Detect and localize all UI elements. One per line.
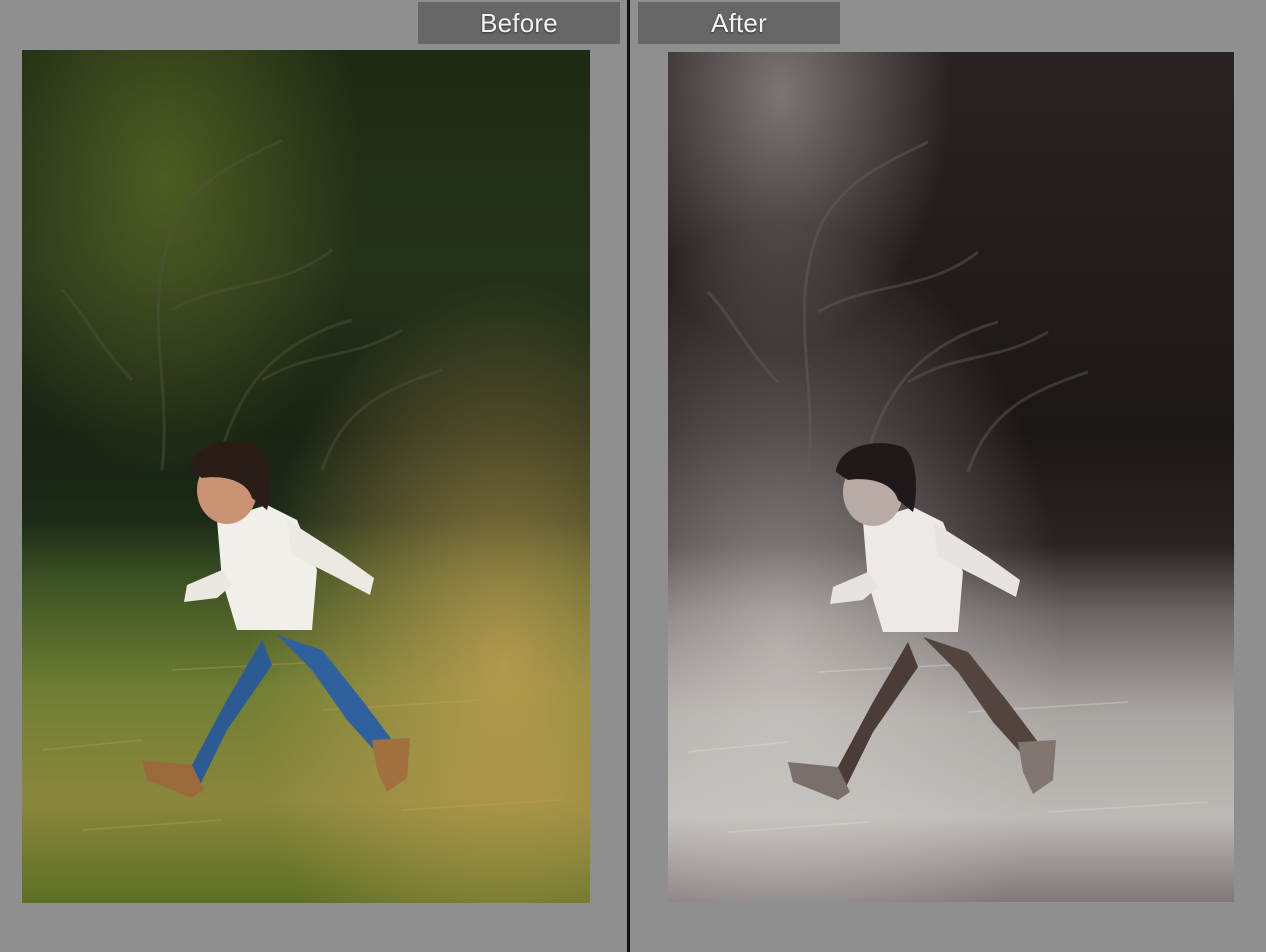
before-photo[interactable] <box>22 50 590 903</box>
after-pane[interactable]: After <box>632 0 1266 952</box>
after-label: After <box>638 2 840 44</box>
before-pane[interactable]: Before <box>0 0 626 952</box>
photo-color-icon <box>22 50 590 903</box>
before-label: Before <box>418 2 620 44</box>
before-after-compare-view: Before After <box>0 0 1266 952</box>
photo-monochrome-icon <box>668 52 1234 902</box>
after-photo[interactable] <box>668 52 1234 902</box>
